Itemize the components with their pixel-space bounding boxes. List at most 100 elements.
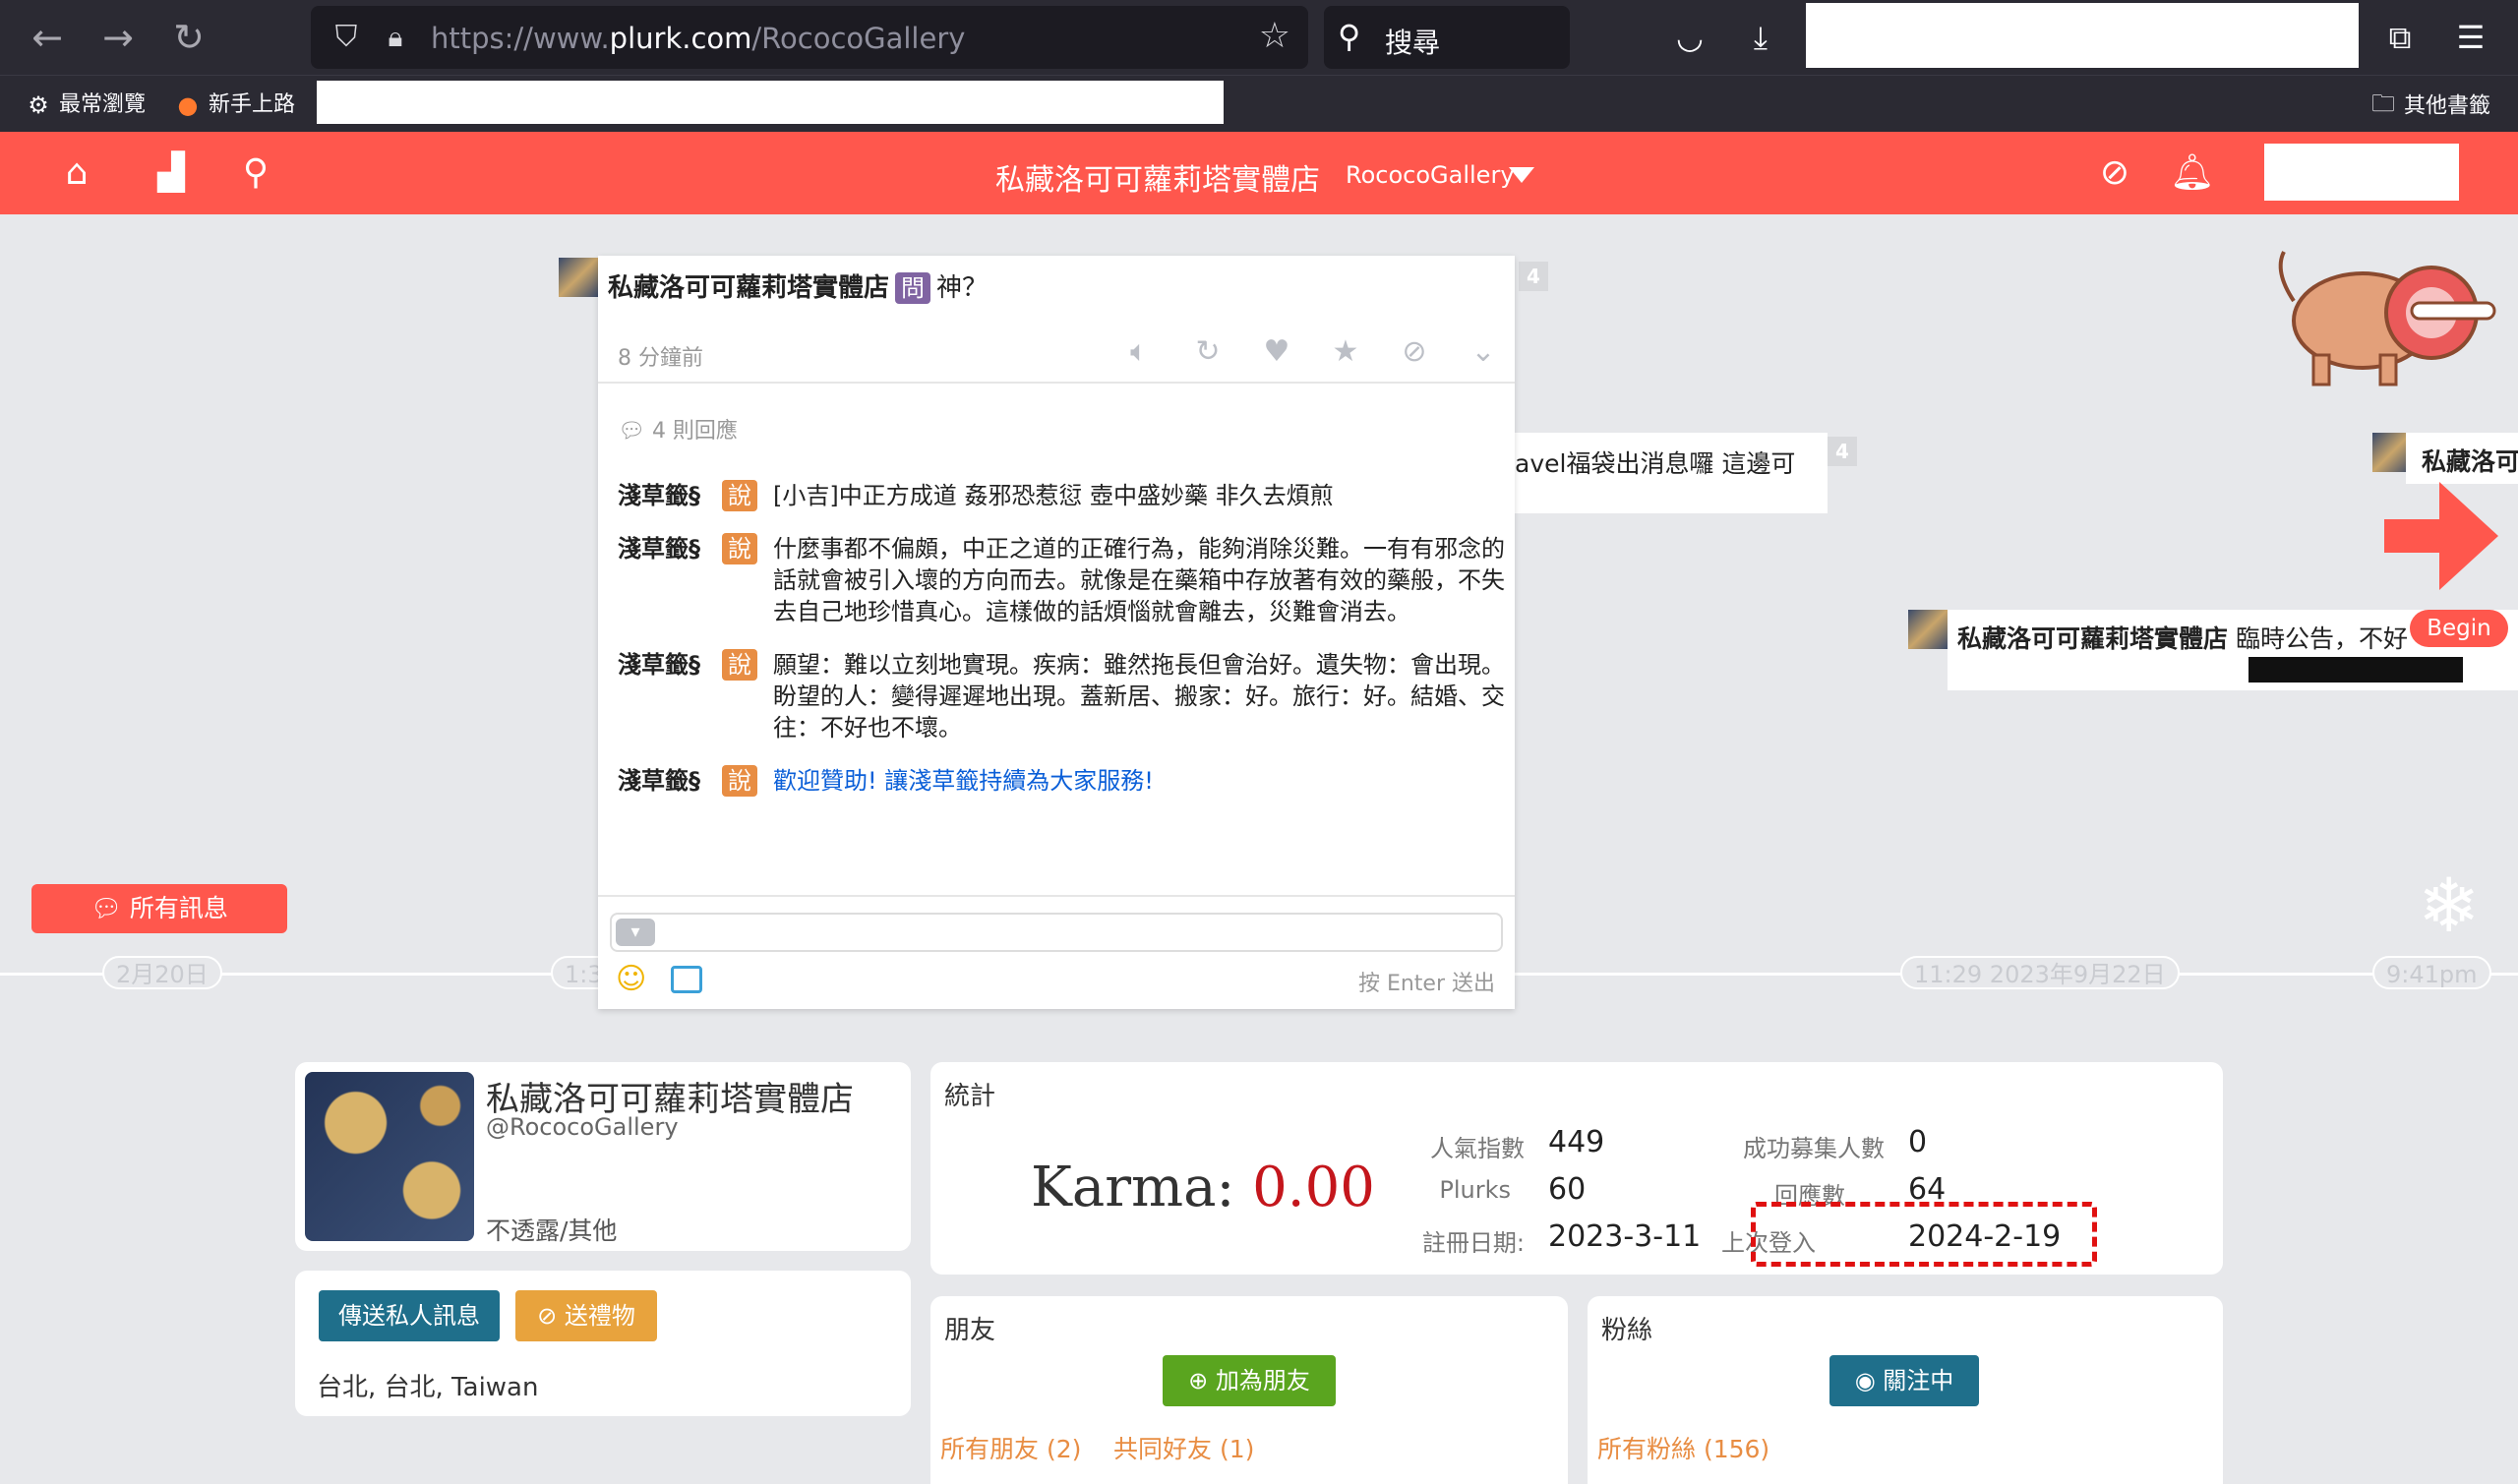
begin-button[interactable]: Begin [2410,610,2508,647]
pocket-icon[interactable]: ◡ [1668,16,1711,59]
fans-title: 粉絲 [1601,1316,1653,1345]
response-text: [小吉]中正方成道 姦邪恐惹愆 壺中盛妙藥 非久去煩煎 [773,482,1334,509]
bookmark-star-icon[interactable]: ☆ [1259,16,1290,56]
replurk-icon[interactable]: ↻ [1188,332,1228,372]
like-heart-icon[interactable]: ♥ [1257,332,1296,372]
plurk-image [2248,657,2463,683]
common-friends-tab[interactable]: 共同好友 (1) [1113,1430,1254,1465]
plurk-header: 私藏洛可可蘿莉塔實體店問神？ 8 分鐘前 🔈︎ ↻ ♥ ★ ⊘ ⌄ [598,256,1515,384]
arrow-right-icon[interactable] [2384,482,2498,590]
stats-icon[interactable]: ▟ [150,151,193,195]
timeline-date: 2月20日 [102,956,222,989]
send-pm-button[interactable]: 傳送私人訊息 [319,1290,500,1341]
timeline-plurk[interactable]: avel福袋出消息囉 這邊可 [1515,433,1828,513]
relationship-status: 不透露/其他 [486,1217,618,1245]
browser-toolbar: ← → ↻ ⛉ 🔒︎ https://www.plurk.com/RococoG… [0,0,2518,75]
karma-badge-icon[interactable]: ⊘ [2093,151,2136,195]
enter-hint: 按 Enter 送出 [1357,972,1495,996]
response-text: 願望：難以立刻地實現。疾病：雖然拖長但會治好。遺失物：會出現。盼望的人：變得遲遲… [773,651,1505,742]
timeline-date: 9:41pm [2372,956,2491,989]
shield-icon[interactable]: ⛉ [327,18,366,57]
bookmark-getting-started[interactable]: ● 新手上路 [173,87,296,119]
reply-input[interactable]: ▾ [610,913,1503,952]
timeline-plurk[interactable]: 私藏洛可 [2406,433,2518,484]
response-text: 什麼事都不偏頗，中正之道的正確行為，能夠消除災難。一有有邪念的話就會被引入壞的方… [773,535,1505,625]
chevron-down-icon[interactable]: ⌄ [1464,332,1503,372]
mute-icon[interactable]: 🔈︎ [1119,332,1159,372]
karma-label: Karma: [1031,1156,1235,1219]
firefox-icon: ● [177,91,199,119]
back-arrow-icon[interactable]: ← [24,14,71,61]
redacted-bookmarks-area [317,81,1224,124]
eye-icon: ◉ [1854,1367,1884,1395]
gift-icon: ⊘ [537,1302,565,1330]
notification-bell-icon[interactable]: 🔔︎ [2170,151,2215,195]
image-upload-icon[interactable] [671,966,702,993]
url-text[interactable]: https://www.plurk.com/RococoGallery [431,22,965,55]
redacted-user-area [2264,144,2459,201]
forward-arrow-icon[interactable]: → [94,14,142,61]
stat-label: 成功募集人數 [1743,1135,1885,1162]
friends-panel: 朋友 ⊕ 加為朋友 所有朋友 (2) 共同好友 (1) [930,1296,1568,1484]
stat-value: 0 [1908,1125,1928,1159]
all-messages-button[interactable]: 💬︎ 所有訊息 [31,884,287,933]
address-bar[interactable]: ⛉ 🔒︎ https://www.plurk.com/RococoGallery… [311,6,1308,69]
bookmark-most-visited[interactable]: ⚙ 最常瀏覽 [24,87,146,119]
profile-avatar[interactable] [305,1072,474,1241]
qualifier-badge: 說 [722,649,757,681]
stat-value: 449 [1548,1125,1605,1159]
all-friends-tab[interactable]: 所有朋友 (2) [940,1430,1081,1465]
redacted-toolbar-area [1806,3,2359,68]
response-count-badge: 4 [1828,437,1857,466]
search-icon: ⚲ [1338,18,1361,55]
profile-handle: @RococoGallery [486,1113,679,1141]
snowflake-icon[interactable]: ❄ [2418,861,2481,949]
owner-name[interactable]: 私藏洛可可蘿莉塔實體店 [608,273,889,303]
favorite-star-icon[interactable]: ★ [1326,332,1365,372]
stat-label: 註冊日期: [1421,1229,1525,1257]
following-button[interactable]: ◉ 關注中 [1829,1355,1979,1406]
qualifier-badge: 說 [722,533,757,564]
reply-area: ▾ ☺ 按 Enter 送出 [598,895,1515,1009]
highlight-annotation [1751,1202,2097,1267]
reply-count: 💬︎ 4 則回應 [618,419,738,444]
karma: Karma: 0.00 [1031,1156,1375,1219]
plurk-popup: 私藏洛可可蘿莉塔實體店問神？ 8 分鐘前 🔈︎ ↻ ♥ ★ ⊘ ⌄ 💬︎ 4 則… [598,256,1515,1009]
emoticon-icon[interactable]: ☺ [616,962,646,996]
extensions-icon[interactable]: ⧉ [2378,16,2422,59]
chat-bubbles-icon: 💬︎ [90,894,130,922]
plurk-owner: 私藏洛可可蘿莉塔實體店問神？ [608,267,988,304]
timeline-date: 11:29 2023年9月22日 [1900,956,2180,989]
nickname[interactable]: RococoGallery [1346,161,1515,189]
add-friend-button[interactable]: ⊕ 加為朋友 [1163,1355,1336,1406]
stat-label: 人氣指數 [1430,1135,1525,1162]
download-icon[interactable]: ⤓ [1739,16,1782,59]
search-icon[interactable]: ⚲ [234,151,277,195]
response-count-badge: 4 [1519,262,1548,291]
qualifier-dropdown-icon[interactable]: ▾ [616,919,655,946]
chevron-down-icon[interactable] [1509,167,1534,183]
stat-value: 2023-3-11 [1548,1219,1702,1254]
lock-icon[interactable]: 🔒︎ [376,18,415,57]
stat-value: 60 [1548,1172,1587,1207]
send-gift-button[interactable]: ⊘ 送禮物 [515,1290,657,1341]
avatar[interactable] [1908,610,1948,649]
stats-title: 統計 [944,1082,996,1111]
reload-icon[interactable]: ↻ [165,14,212,61]
plurk-content: 神？ [936,273,989,303]
search-bar[interactable]: ⚲ 搜尋 [1324,6,1570,69]
other-bookmarks[interactable]: 🗀 其他書籤 [2368,87,2490,127]
menu-icon[interactable]: ☰ [2449,16,2492,59]
page-title: 私藏洛可可蘿莉塔實體店 [995,163,1320,198]
mascot-dog-icon [2264,242,2500,389]
sponsor-link[interactable]: 歡迎贊助! 讓淺草籤持續為大家服務! [773,765,1511,797]
gear-icon: ⚙ [28,91,49,119]
gift-icon[interactable]: ⊘ [1395,332,1434,372]
home-icon[interactable]: ⌂ [55,151,98,195]
plurk-owner: 私藏洛可 [2422,447,2518,476]
plurk-header: ⌂ ▟ ⚲ 私藏洛可可蘿莉塔實體店 RococoGallery ⊘ 🔔︎ [0,132,2518,214]
location: 台北, 台北, Taiwan [317,1373,539,1402]
all-fans-tab[interactable]: 所有粉絲 (156) [1597,1430,1769,1465]
avatar[interactable] [559,258,598,297]
profile-actions: 傳送私人訊息 ⊘ 送禮物 台北, 台北, Taiwan [295,1271,911,1416]
